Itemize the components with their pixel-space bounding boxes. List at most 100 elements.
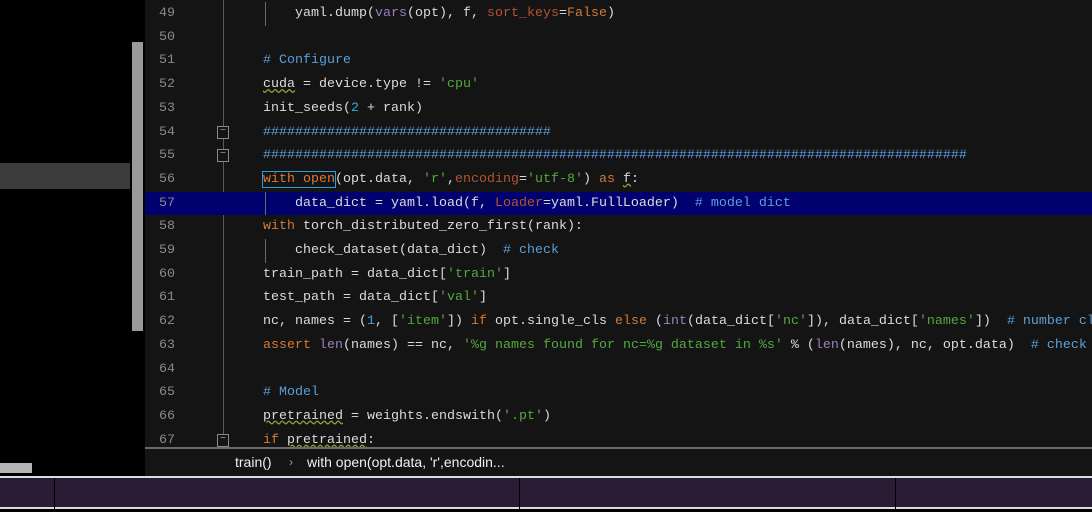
code-text: check_dataset(data_dict) # check — [263, 239, 559, 263]
code-token: + rank) — [358, 100, 423, 116]
code-token: ] — [478, 290, 487, 306]
horizontal-scrollbar[interactable] — [0, 463, 32, 473]
code-line[interactable]: 61 test_path = data_dict['val'] — [145, 286, 1092, 310]
line-number: 62 — [159, 314, 175, 330]
code-token: (data_dict[ — [686, 314, 775, 330]
code-token: 'utf-8' — [526, 171, 583, 187]
code-text: with open(opt.data, 'r',encoding='utf-8'… — [262, 168, 639, 192]
code-token: ) — [582, 171, 599, 187]
code-line[interactable]: 63 assert len(names) == nc, '%g names fou… — [145, 334, 1092, 358]
code-text: # Configure — [263, 49, 351, 73]
divider — [519, 478, 520, 509]
fold-toggle-icon[interactable]: − — [217, 149, 229, 163]
code-token: , [ — [374, 314, 399, 330]
code-token: ) — [606, 6, 615, 21]
code-token: # Configure — [263, 53, 351, 69]
code-token: ) — [542, 408, 551, 424]
code-token: as — [598, 171, 615, 187]
code-line[interactable]: 57 data_dict = yaml.load(f, Loader=yaml.… — [145, 191, 1092, 216]
code-token: ########################################… — [263, 148, 967, 164]
code-token: train_path = data_dict[ — [263, 266, 447, 282]
code-line[interactable]: 58 with torch_distributed_zero_first(rank… — [145, 215, 1092, 239]
code-token: else — [614, 314, 647, 330]
code-token: ] — [502, 266, 511, 282]
code-token: # Model — [263, 385, 319, 401]
code-token: (opt), f, — [406, 6, 487, 21]
line-number: 50 — [159, 29, 175, 45]
code-token: = — [518, 171, 527, 187]
code-token: # check — [502, 243, 559, 258]
code-token: cuda — [263, 77, 295, 93]
line-number: 54 — [159, 124, 175, 140]
code-text: #################################### — [263, 121, 551, 145]
code-token: ]), data_dict[ — [806, 314, 919, 330]
vertical-scrollbar[interactable] — [132, 42, 143, 331]
code-token: init_seeds( — [263, 100, 351, 116]
code-line[interactable]: 49 yaml.dump(vars(opt), f, sort_keys=Fal… — [145, 2, 1092, 26]
code-line[interactable]: 64 — [145, 358, 1092, 382]
code-line[interactable]: 67 − if pretrained: — [145, 429, 1092, 447]
code-token: 'names' — [918, 314, 975, 330]
line-number: 56 — [159, 171, 175, 187]
code-token: 1 — [366, 314, 375, 330]
code-token: test_path = data_dict[ — [263, 290, 439, 306]
code-text: yaml.dump(vars(opt), f, sort_keys=False) — [263, 2, 615, 26]
fold-toggle-icon[interactable]: − — [217, 433, 229, 447]
code-line[interactable]: 60 train_path = data_dict['train'] — [145, 263, 1092, 287]
code-line[interactable]: 55 − #####################################… — [145, 144, 1092, 168]
code-line[interactable]: 59 check_dataset(data_dict) # check — [145, 239, 1092, 263]
line-number: 60 — [159, 266, 175, 282]
code-editor[interactable]: 49 yaml.dump(vars(opt), f, sort_keys=Fal… — [145, 0, 1092, 447]
code-line[interactable]: 53 init_seeds(2 + rank) — [145, 97, 1092, 121]
code-line[interactable]: 62 nc, names = (1, ['item']) if opt.singl… — [145, 310, 1092, 334]
code-token: ]) — [974, 314, 1007, 330]
code-token: if — [263, 432, 279, 447]
code-token: : — [630, 171, 639, 187]
breadcrumb-block[interactable]: with open(opt.data, 'r',encodin... — [307, 449, 505, 476]
code-token: assert — [263, 337, 311, 353]
selected-panel-item[interactable] — [0, 163, 130, 189]
code-token: 'item' — [398, 314, 447, 330]
line-number: 53 — [159, 100, 175, 116]
code-line[interactable]: 65 # Model — [145, 381, 1092, 405]
code-token: 'train' — [446, 266, 503, 282]
code-token: =yaml.FullLoader) — [542, 195, 695, 211]
code-token: opt.single_cls — [486, 314, 615, 330]
code-token: encoding — [454, 171, 519, 187]
code-line[interactable]: 52 cuda = device.type != 'cpu' — [145, 73, 1092, 97]
code-line[interactable]: 66 pretrained = weights.endswith('.pt') — [145, 405, 1092, 429]
code-line[interactable]: 51 # Configure — [145, 49, 1092, 73]
code-line[interactable]: 56 with open(opt.data, 'r',encoding='utf-… — [145, 168, 1092, 192]
code-text: test_path = data_dict['val'] — [263, 286, 487, 310]
code-token: #################################### — [263, 124, 551, 140]
code-token: = — [558, 6, 567, 21]
code-token: ]) — [446, 314, 471, 330]
code-text: data_dict = yaml.load(f, Loader=yaml.Ful… — [263, 192, 791, 216]
code-text: assert len(names) == nc, '%g names found… — [263, 334, 1087, 358]
line-number: 63 — [159, 337, 175, 353]
code-token: with open — [262, 170, 336, 188]
code-token: torch_distributed_zero_first(rank): — [295, 219, 583, 235]
code-token: f — [622, 171, 631, 187]
breadcrumb-function[interactable]: train() — [235, 449, 272, 476]
code-token: 'val' — [438, 290, 479, 306]
code-token: # check — [1030, 337, 1087, 353]
bottom-panel-tabs — [0, 476, 1092, 509]
code-token: 'cpu' — [438, 77, 479, 93]
line-number: 57 — [159, 195, 175, 211]
line-number: 59 — [159, 243, 175, 258]
fold-toggle-icon[interactable]: − — [217, 125, 229, 139]
code-text: init_seeds(2 + rank) — [263, 97, 423, 121]
line-number: 64 — [159, 361, 175, 377]
code-token: % ( — [782, 337, 815, 353]
code-text: # Model — [263, 381, 319, 405]
code-token: , — [446, 171, 455, 187]
line-number: 51 — [159, 53, 175, 69]
code-token: len — [319, 337, 343, 353]
code-token: pretrained — [287, 432, 367, 447]
code-token: 'nc' — [774, 314, 807, 330]
code-line[interactable]: 50 — [145, 26, 1092, 50]
code-line[interactable]: 54 − #################################### — [145, 121, 1092, 145]
code-token: = device.type != — [295, 77, 439, 93]
line-number: 52 — [159, 77, 175, 93]
